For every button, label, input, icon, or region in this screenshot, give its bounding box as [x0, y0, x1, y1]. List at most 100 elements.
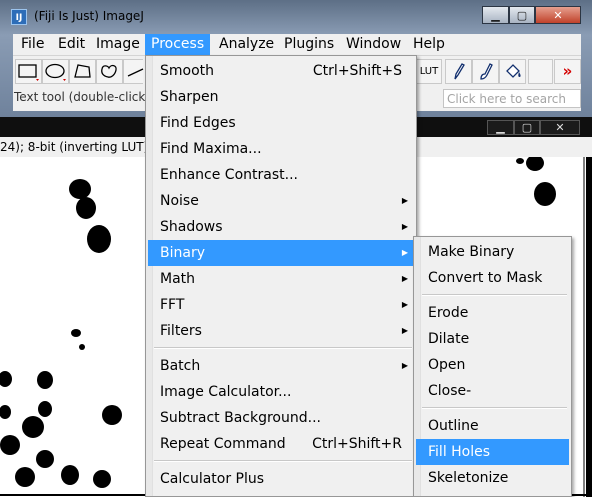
submenu-arrow-icon: ▶	[401, 300, 408, 309]
menu-item-outline[interactable]: Outline	[416, 413, 569, 439]
menu-item-label: Enhance Contrast...	[160, 167, 298, 183]
menu-item-label: Dilate	[428, 331, 470, 347]
menu-separator	[422, 407, 567, 409]
menu-item-label: Calculator Plus	[160, 471, 265, 487]
oval-icon	[45, 63, 66, 81]
menu-item-smooth[interactable]: Smooth Ctrl+Shift+S	[148, 58, 414, 84]
menu-item-sharpen[interactable]: Sharpen	[148, 84, 414, 110]
menu-item-label: Shadows	[160, 219, 223, 235]
menu-help[interactable]: Help	[407, 34, 451, 55]
oval-selection-tool[interactable]	[42, 59, 69, 84]
menu-separator	[154, 460, 412, 462]
image-minimize-button[interactable]: ▁	[487, 120, 514, 135]
menu-separator	[154, 347, 412, 349]
freehand-icon	[101, 64, 117, 78]
menu-item-label: Fill Holes	[428, 444, 491, 460]
menu-item-close[interactable]: Close-	[416, 378, 569, 404]
close-button[interactable]: ✕	[535, 6, 581, 24]
menu-item-label: Outline	[428, 418, 479, 434]
image-close-button[interactable]: ✕	[540, 120, 580, 135]
menu-item-label: Sharpen	[160, 89, 219, 105]
menu-item-fft[interactable]: FFT ▶	[148, 292, 414, 318]
flood-fill-tool[interactable]	[499, 59, 526, 84]
polygon-selection-tool[interactable]	[69, 59, 96, 84]
menu-item-label: Filters	[160, 323, 202, 339]
shortcut-label: Ctrl+Shift+S	[312, 63, 402, 79]
menu-item-label: Image Calculator...	[160, 384, 292, 400]
menu-analyze[interactable]: Analyze	[213, 34, 280, 55]
menu-item-erode[interactable]: Erode	[416, 300, 569, 326]
menu-item-shadows[interactable]: Shadows ▶	[148, 214, 414, 240]
menu-item-make-binary[interactable]: Make Binary	[416, 239, 569, 265]
image-maximize-button[interactable]: ▢	[514, 120, 540, 135]
menu-window[interactable]: Window	[340, 34, 407, 55]
brush-icon	[480, 63, 493, 80]
menu-item-label: Noise	[160, 193, 199, 209]
menu-item-dilate[interactable]: Dilate	[416, 326, 569, 352]
submenu-arrow-icon: ▶	[401, 248, 408, 257]
menu-item-fill-holes[interactable]: Fill Holes	[416, 439, 569, 465]
menu-item-noise[interactable]: Noise ▶	[148, 188, 414, 214]
title-bar[interactable]: IJ (Fiji Is Just) ImageJ ▁ ▢ ✕	[0, 0, 592, 34]
rectangle-icon	[18, 64, 39, 81]
submenu-arrow-icon: ▶	[401, 196, 408, 205]
menu-item-calculator-plus[interactable]: Calculator Plus	[148, 466, 414, 492]
submenu-arrow-icon: ▶	[401, 222, 408, 231]
menu-item-image-calculator[interactable]: Image Calculator...	[148, 379, 414, 405]
menu-item-label: Close-	[428, 383, 472, 399]
polygon-icon	[74, 64, 91, 78]
menu-item-convert-to-mask[interactable]: Convert to Mask	[416, 265, 569, 291]
menu-item-repeat-command[interactable]: Repeat Command Ctrl+Shift+R	[148, 431, 414, 457]
menu-separator	[422, 294, 567, 296]
pencil-tool[interactable]	[445, 59, 472, 84]
menu-item-label: Batch	[160, 358, 201, 374]
menu-edit[interactable]: Edit	[52, 34, 91, 55]
lut-tool[interactable]: LUT	[416, 59, 442, 84]
shortcut-label: Ctrl+Shift+R	[312, 436, 402, 452]
menu-item-label: Repeat Command	[160, 436, 286, 452]
minimize-button[interactable]: ▁	[482, 6, 509, 24]
search-input[interactable]: Click here to search	[443, 89, 581, 108]
menu-item-binary[interactable]: Binary ▶	[148, 240, 414, 266]
freehand-selection-tool[interactable]	[96, 59, 123, 84]
empty-tool-slot[interactable]	[528, 59, 553, 84]
window-title: (Fiji Is Just) ImageJ	[34, 9, 144, 23]
submenu-arrow-icon: ▶	[401, 326, 408, 335]
status-text: Text tool (double-click	[14, 90, 146, 104]
process-menu-dropdown: Smooth Ctrl+Shift+S Sharpen Find Edges F…	[145, 55, 417, 497]
submenu-arrow-icon: ▶	[401, 361, 408, 370]
maximize-button[interactable]: ▢	[509, 6, 535, 24]
menu-item-label: Open	[428, 357, 466, 373]
menu-process[interactable]: Process	[145, 34, 211, 55]
menu-item-label: Smooth	[160, 63, 215, 79]
rectangle-selection-tool[interactable]	[15, 59, 42, 84]
more-tools-button[interactable]: »	[554, 59, 581, 84]
menu-item-label: Convert to Mask	[428, 270, 543, 286]
paint-bucket-icon	[506, 64, 521, 78]
menu-item-label: Math	[160, 271, 196, 287]
menu-item-batch[interactable]: Batch ▶	[148, 353, 414, 379]
menu-item-open[interactable]: Open	[416, 352, 569, 378]
menu-image[interactable]: Image	[90, 34, 146, 55]
menu-item-label: Find Edges	[160, 115, 236, 131]
menu-item-skeletonize[interactable]: Skeletonize	[416, 465, 569, 491]
menu-bar: File Edit Image Process Analyze Plugins …	[13, 34, 581, 55]
menu-item-label: Binary	[160, 245, 205, 261]
menu-item-label: Skeletonize	[428, 470, 509, 486]
line-icon	[127, 68, 144, 77]
menu-file[interactable]: File	[15, 34, 50, 55]
binary-submenu: Make Binary Convert to Mask Erode Dilate…	[413, 236, 572, 497]
menu-item-enhance-contrast[interactable]: Enhance Contrast...	[148, 162, 414, 188]
menu-item-filters[interactable]: Filters ▶	[148, 318, 414, 344]
line-selection-tool[interactable]	[123, 59, 144, 84]
pencil-icon	[454, 63, 465, 80]
lut-label: LUT	[419, 66, 439, 77]
menu-item-find-edges[interactable]: Find Edges	[148, 110, 414, 136]
menu-item-subtract-background[interactable]: Subtract Background...	[148, 405, 414, 431]
menu-item-label: FFT	[160, 297, 185, 313]
menu-item-find-maxima[interactable]: Find Maxima...	[148, 136, 414, 162]
menu-plugins[interactable]: Plugins	[278, 34, 340, 55]
menu-item-label: Erode	[428, 305, 469, 321]
paintbrush-tool[interactable]	[472, 59, 499, 84]
menu-item-math[interactable]: Math ▶	[148, 266, 414, 292]
